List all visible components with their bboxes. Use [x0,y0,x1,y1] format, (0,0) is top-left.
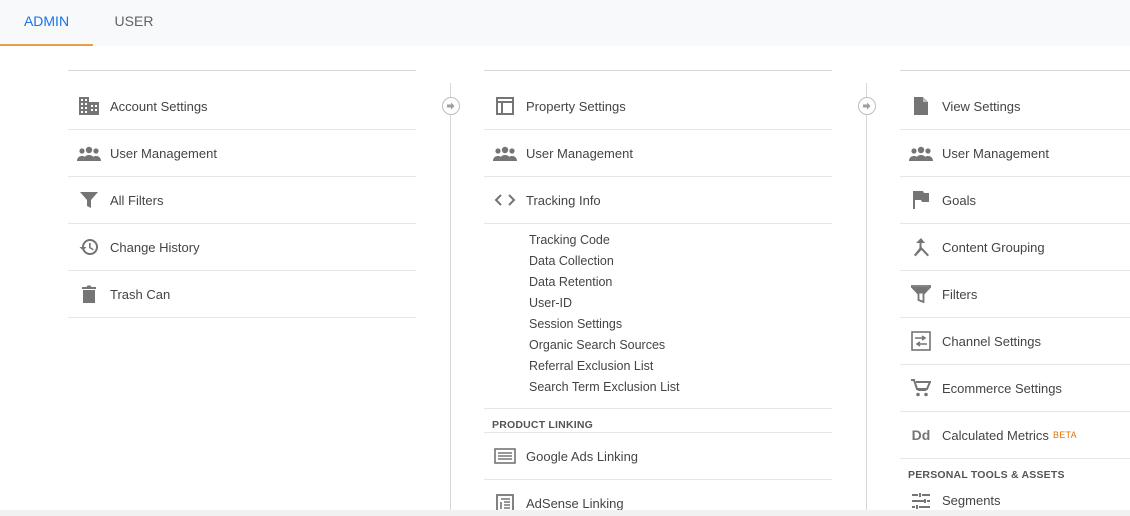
channel-icon [900,331,942,351]
item-label: All Filters [110,192,164,208]
user-id-link[interactable]: User-ID [484,293,832,314]
all-filters-item[interactable]: All Filters [68,177,416,224]
search-term-exclusion-list-link[interactable]: Search Term Exclusion List [484,377,832,398]
view-user-management-item[interactable]: User Management [900,130,1130,177]
property-selector[interactable] [484,46,832,71]
document-icon [900,96,942,116]
account-selector[interactable] [68,46,416,71]
item-label: Tracking Info [526,192,601,208]
dd-icon: Dd [911,427,931,443]
personal-tools-heading: PERSONAL TOOLS & ASSETS [908,469,1065,481]
item-label: User Management [110,145,217,161]
view-filters-item[interactable]: Filters [900,271,1130,318]
property-user-management-item[interactable]: User Management [484,130,832,177]
adsense-linking-item[interactable]: AdSense Linking [484,480,832,510]
item-label: Segments [942,493,1001,508]
bottom-scroll-area [0,510,1130,516]
account-settings-item[interactable]: Account Settings [68,83,416,130]
grouping-icon [900,237,942,257]
tracking-info-item[interactable]: Tracking Info [484,177,832,223]
segments-item[interactable]: Segments [900,483,1130,510]
people-icon [68,145,110,161]
building-icon [68,96,110,116]
filter-icon [68,191,110,209]
item-label: Calculated Metrics [942,427,1049,443]
arrow-right-icon [442,97,460,115]
tab-admin[interactable]: ADMIN [0,0,93,46]
item-label: Trash Can [110,286,171,302]
view-column: View Settings User Management Goals Cont… [900,46,1130,510]
trash-icon [68,284,110,304]
tracking-code-link[interactable]: Tracking Code [484,230,832,251]
code-icon [484,193,526,207]
data-retention-link[interactable]: Data Retention [484,272,832,293]
adsense-icon [484,494,526,510]
item-label: Property Settings [526,98,626,114]
property-column: Property Settings User Management Tracki… [484,46,832,510]
view-settings-item[interactable]: View Settings [900,83,1130,130]
goals-item[interactable]: Goals [900,177,1130,224]
calculated-metrics-item[interactable]: Dd Calculated Metrics BETA [900,412,1130,459]
ecommerce-settings-item[interactable]: Ecommerce Settings [900,365,1130,412]
channel-settings-item[interactable]: Channel Settings [900,318,1130,365]
referral-exclusion-list-link[interactable]: Referral Exclusion List [484,356,832,377]
change-history-item[interactable]: Change History [68,224,416,271]
product-linking-heading: PRODUCT LINKING [484,409,832,433]
layout-icon [484,97,526,115]
view-selector[interactable] [900,46,1130,71]
item-label: User Management [942,145,1049,161]
item-label: User Management [526,145,633,161]
top-tab-bar: ADMIN USER [0,0,1130,46]
item-label: Google Ads Linking [526,448,639,464]
item-label: Filters [942,286,978,302]
item-label: Content Grouping [942,239,1045,255]
google-ads-linking-item[interactable]: Google Ads Linking [484,433,832,480]
item-label: Goals [942,192,976,208]
content-grouping-item[interactable]: Content Grouping [900,224,1130,271]
item-label: Account Settings [110,98,208,114]
column-divider [450,83,451,510]
cart-icon [900,379,942,397]
item-label: Channel Settings [942,333,1042,349]
column-divider [866,83,867,510]
flag-icon [900,190,942,210]
arrow-right-icon [858,97,876,115]
ads-icon [484,448,526,464]
data-collection-link[interactable]: Data Collection [484,251,832,272]
tab-user[interactable]: USER [93,0,175,46]
history-icon [68,238,110,256]
trash-can-item[interactable]: Trash Can [68,271,416,318]
people-icon [900,145,942,161]
item-label: Ecommerce Settings [942,380,1062,396]
item-label: View Settings [942,98,1021,114]
account-user-management-item[interactable]: User Management [68,130,416,177]
tracking-info-submenu: Tracking Code Data Collection Data Reten… [484,223,832,409]
session-settings-link[interactable]: Session Settings [484,314,832,335]
organic-search-sources-link[interactable]: Organic Search Sources [484,335,832,356]
item-label: AdSense Linking [526,495,624,511]
account-column: Account Settings User Management All Fil… [68,46,416,510]
filter-icon [900,285,942,303]
people-icon [484,145,526,161]
item-label: Change History [110,239,200,255]
property-settings-item[interactable]: Property Settings [484,83,832,130]
beta-badge: BETA [1052,430,1077,440]
segments-icon [900,493,942,509]
